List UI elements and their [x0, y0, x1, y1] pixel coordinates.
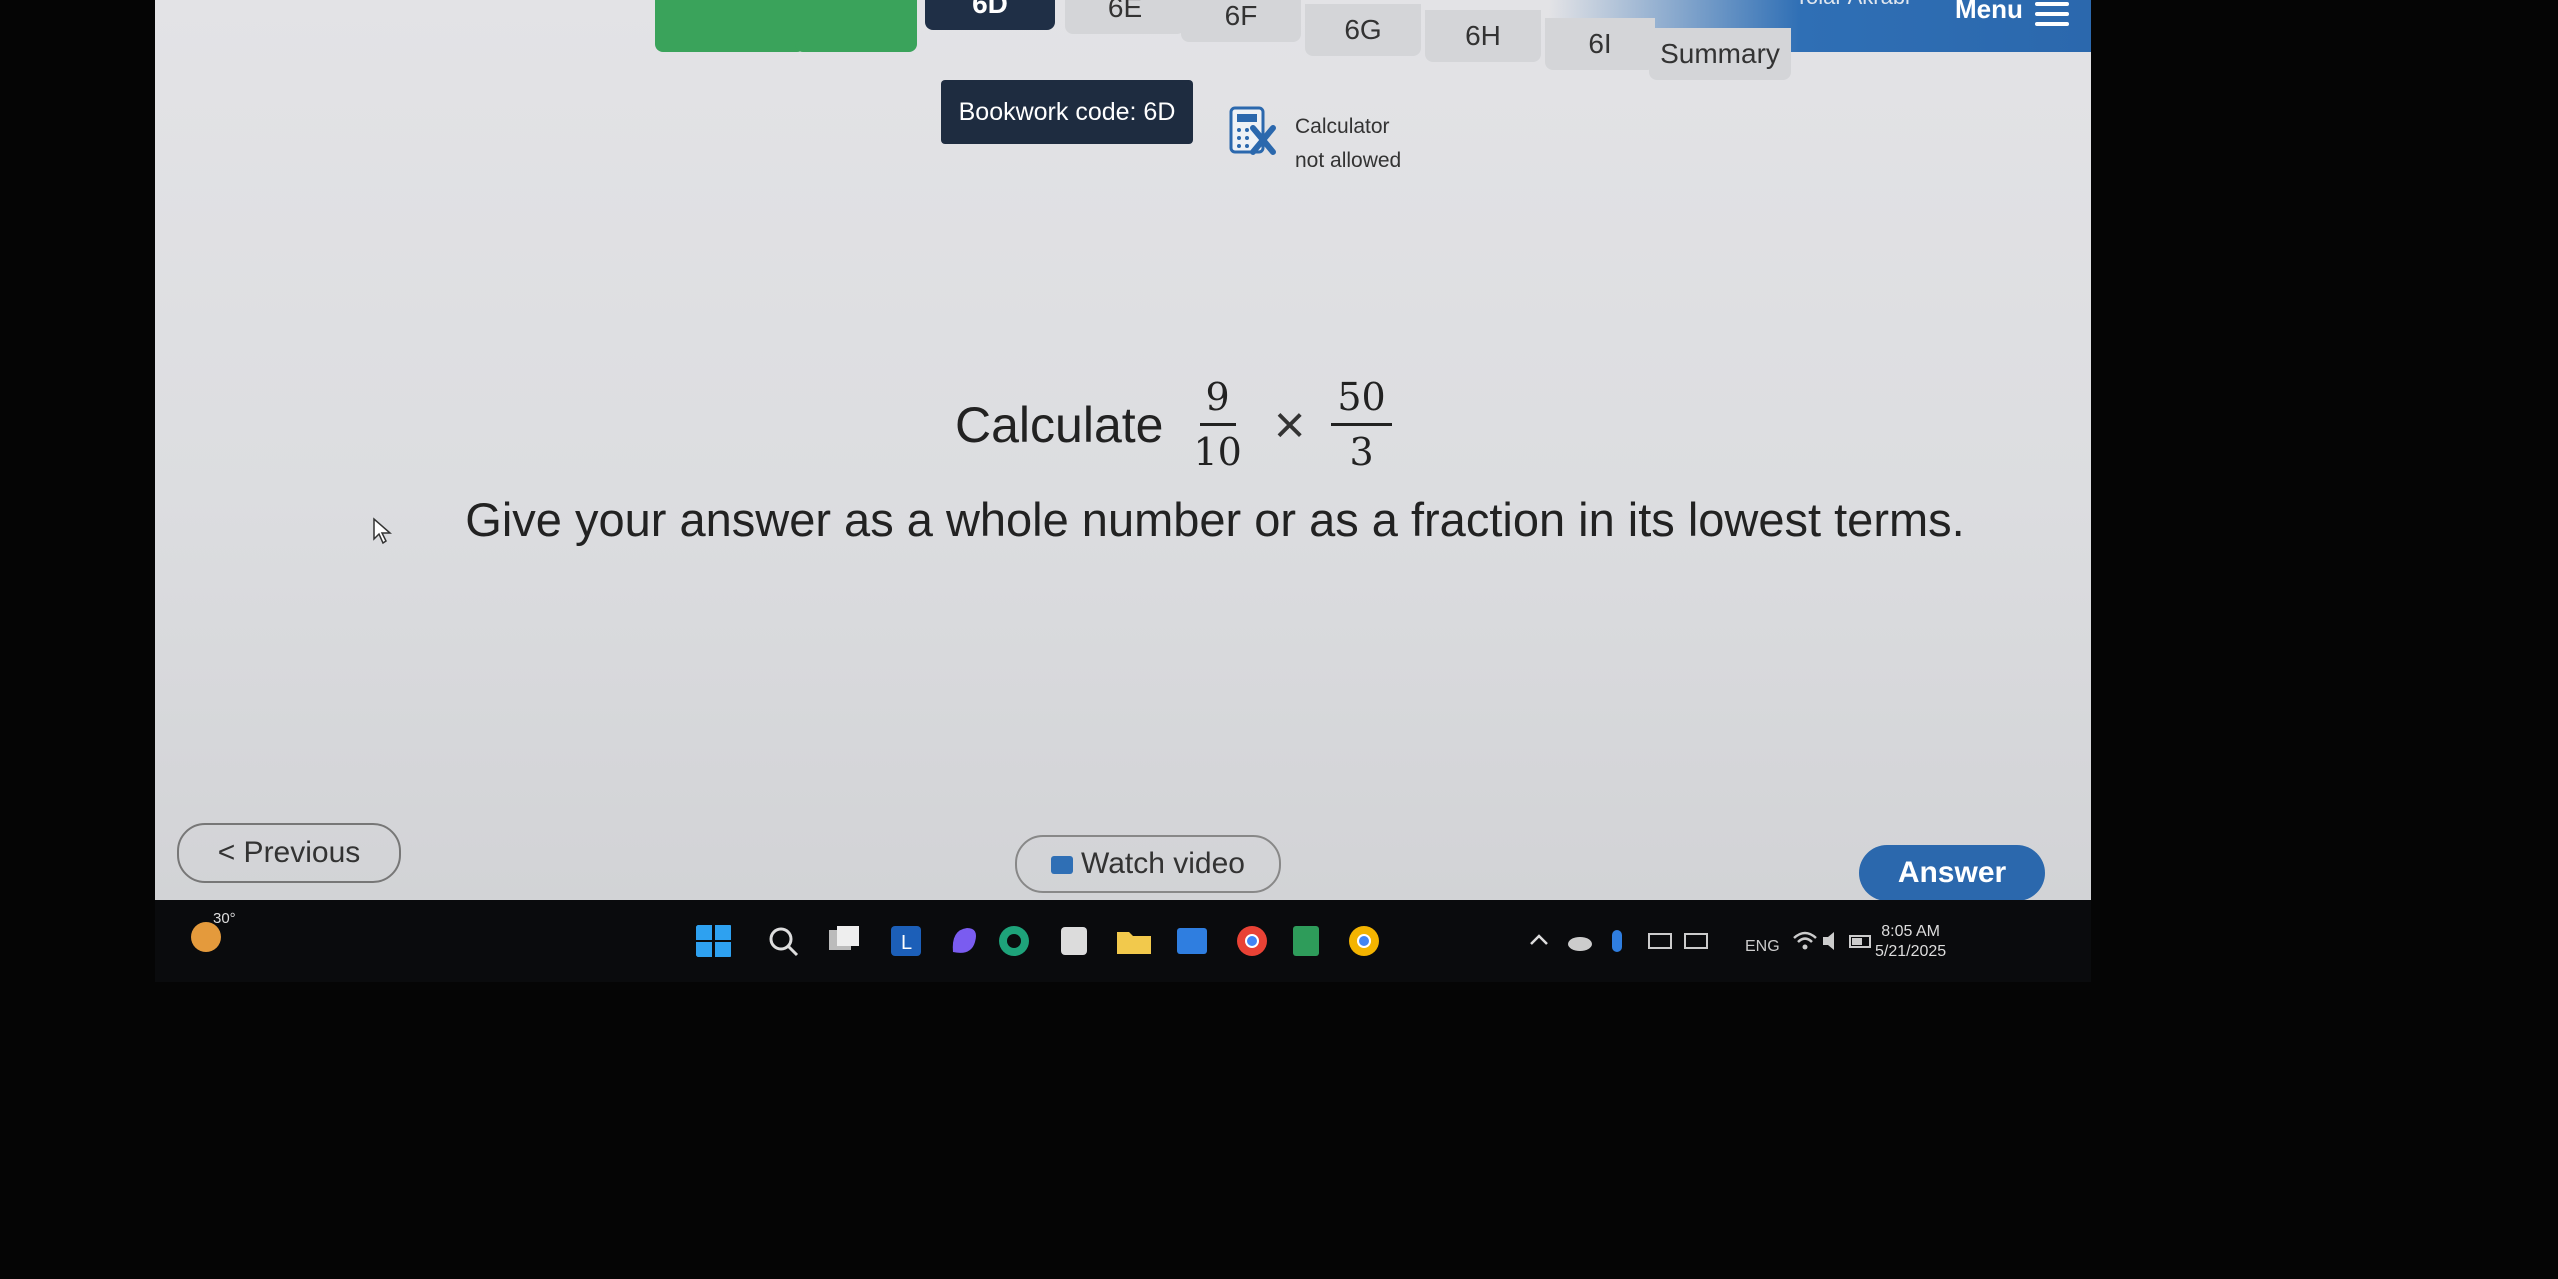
battery-icon[interactable] — [1847, 924, 1875, 958]
calculator-not-allowed-icon — [1229, 106, 1276, 155]
question-prefix: Calculate — [955, 396, 1164, 453]
task-view-icon[interactable] — [825, 924, 863, 958]
clock-time: 8:05 AM — [1881, 923, 1940, 940]
temperature: 30° — [213, 910, 236, 927]
clock-date: 5/21/2025 — [1875, 943, 1947, 960]
answer-button[interactable]: Answer — [1859, 845, 2045, 901]
calculator-status: Calculator not allowed — [1295, 110, 1401, 178]
svg-text:L: L — [901, 932, 912, 954]
calculator-app-icon[interactable] — [1055, 924, 1093, 958]
watch-video-label: Watch video — [1081, 847, 1245, 880]
copilot-icon[interactable] — [945, 924, 983, 958]
tab-6i[interactable]: 6I — [1545, 18, 1655, 70]
user-name: Tolar Akrabi — [1795, 0, 1910, 10]
hamburger-menu-icon[interactable] — [2035, 2, 2069, 30]
tab-completed-2[interactable] — [795, 0, 917, 52]
multiply-sign: × — [1273, 394, 1306, 455]
calculator-label: Calculator — [1295, 115, 1390, 138]
search-icon[interactable] — [765, 924, 803, 958]
windows-start-icon[interactable] — [695, 924, 733, 958]
app-l-icon[interactable]: L — [887, 924, 925, 958]
wifi-icon[interactable] — [1791, 924, 1819, 958]
display-icon[interactable] — [1681, 924, 1711, 958]
previous-button[interactable]: < Previous — [177, 823, 401, 883]
tab-summary[interactable]: Summary — [1649, 28, 1791, 80]
show-hidden-icons-icon[interactable] — [1525, 924, 1553, 958]
edge-browser-icon[interactable] — [995, 924, 1033, 958]
tab-6e[interactable]: 6E — [1065, 0, 1185, 34]
video-camera-icon — [1051, 856, 1074, 875]
denominator: 10 — [1193, 430, 1242, 474]
denominator: 3 — [1349, 430, 1374, 474]
laptop-screen: 6D 6E 6F 6G 6H 6I Summary Tolar Akrabi M… — [155, 0, 2091, 982]
windows-taskbar: 30° L ENG 8:05 AM 5/21/2025 — [155, 900, 2091, 982]
bluetooth-icon[interactable] — [1605, 924, 1629, 958]
menu-label[interactable]: Menu — [1955, 0, 2023, 25]
tab-6g[interactable]: 6G — [1305, 4, 1421, 56]
microsoft-store-icon[interactable] — [1173, 924, 1211, 958]
sparx-maths-app: 6D 6E 6F 6G 6H 6I Summary Tolar Akrabi M… — [155, 0, 2091, 901]
file-explorer-icon[interactable] — [1115, 924, 1153, 958]
tab-6h[interactable]: 6H — [1425, 10, 1541, 62]
numerator: 50 — [1331, 375, 1392, 426]
spreadsheet-app-icon[interactable] — [1287, 924, 1325, 958]
calculator-not-allowed-label: not allowed — [1295, 149, 1402, 172]
chrome-icon[interactable] — [1233, 924, 1271, 958]
watch-video-button[interactable]: Watch video — [1015, 835, 1281, 893]
onedrive-cloud-icon[interactable] — [1565, 924, 1595, 958]
question-text: Calculate 9 10 × 50 3 — [955, 375, 1402, 474]
tab-6d[interactable]: 6D — [925, 0, 1055, 30]
chrome-profile-icon[interactable] — [1345, 924, 1383, 958]
numerator: 9 — [1199, 375, 1236, 426]
answer-instruction: Give your answer as a whole number or as… — [465, 493, 1965, 546]
mouse-pointer-icon — [373, 517, 392, 545]
tab-completed-1[interactable] — [655, 0, 805, 52]
system-clock[interactable]: 8:05 AM 5/21/2025 — [1875, 922, 1946, 962]
volume-icon[interactable] — [1819, 924, 1847, 958]
tab-6f[interactable]: 6F — [1181, 0, 1301, 42]
fraction-fifty-thirds: 50 3 — [1331, 375, 1392, 474]
top-navigation-bar: 6D 6E 6F 6G 6H 6I Summary Tolar Akrabi M… — [155, 0, 2091, 80]
keyboard-icon[interactable] — [1645, 924, 1675, 958]
language-indicator[interactable]: ENG — [1745, 938, 1780, 956]
bookwork-code-badge: Bookwork code: 6D — [941, 80, 1193, 144]
fraction-nine-tenths: 9 10 — [1187, 375, 1247, 474]
